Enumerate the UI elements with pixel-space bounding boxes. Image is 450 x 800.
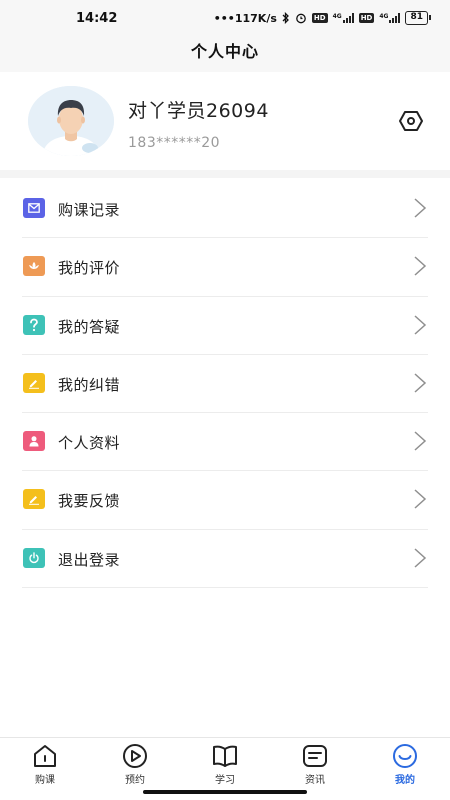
menu-item-logout[interactable]: 退出登录	[22, 530, 428, 589]
nav-tab-news[interactable]: 资讯	[285, 742, 345, 794]
menu-item-label: 个人资料	[58, 434, 121, 453]
status-icons: •••117K/s HD 4G HD 4G 81	[213, 11, 431, 25]
nav-tab-label: 学习	[215, 775, 235, 786]
battery-icon: 81	[405, 11, 431, 25]
flower-icon	[23, 256, 45, 277]
nav-tab-label: 我的	[395, 775, 415, 786]
menu-item-my-corrections[interactable]: 我的纠错	[22, 355, 428, 414]
chevron-right-icon	[414, 548, 427, 568]
pencil-icon	[23, 489, 45, 510]
menu-item-label: 我的答疑	[58, 317, 121, 336]
user-name: 对丫学员26094	[128, 100, 269, 122]
chevron-right-icon	[414, 373, 427, 393]
page-title: 个人中心	[190, 42, 259, 61]
chevron-right-icon	[414, 315, 427, 335]
menu-list: 购课记录 我的评价 我的答疑 我的纠错 个人资料 我要反馈 退出登录	[22, 180, 428, 589]
avatar[interactable]	[28, 86, 114, 156]
book-icon	[213, 745, 237, 767]
chevron-right-icon	[414, 489, 427, 510]
bluetooth-icon	[282, 12, 289, 24]
menu-item-label: 我的评价	[58, 259, 121, 278]
nav-tab-label: 预约	[125, 775, 145, 786]
nav-tab-buy-course[interactable]: 购课	[15, 742, 75, 794]
alarm-icon	[296, 13, 306, 24]
hd-badge: HD	[358, 13, 375, 23]
status-time: 14:42	[76, 11, 118, 26]
hexagon-settings-icon	[399, 111, 423, 131]
signal-icon: 4G	[333, 13, 354, 23]
person-icon	[23, 431, 45, 452]
menu-item-label: 我的纠错	[58, 375, 121, 394]
network-speed: •••117K/s	[213, 11, 277, 25]
play-circle-icon	[123, 744, 147, 768]
power-icon	[23, 547, 45, 568]
home-icon	[34, 745, 56, 767]
menu-item-my-reviews[interactable]: 我的评价	[22, 238, 428, 297]
menu-item-label: 我要反馈	[58, 492, 121, 511]
chevron-right-icon	[414, 198, 427, 218]
network-type: 4G	[379, 13, 389, 20]
pencil-icon	[23, 372, 45, 393]
message-icon	[303, 745, 327, 767]
page-header: 个人中心	[0, 38, 450, 72]
nav-tab-study[interactable]: 学习	[195, 742, 255, 794]
menu-item-personal-info[interactable]: 个人资料	[22, 413, 428, 472]
menu-item-label: 购课记录	[58, 201, 121, 219]
nav-tab-appointment[interactable]: 预约	[105, 742, 165, 794]
menu-item-purchase-records[interactable]: 购课记录	[22, 180, 428, 239]
user-phone: 183******20	[128, 135, 221, 151]
signal-icon: 4G	[379, 13, 401, 23]
profile-card[interactable]: 对丫学员26094 183******20	[0, 72, 450, 170]
settings-button[interactable]	[398, 108, 424, 134]
status-bar: 14:42 •••117K/s HD 4G HD 4G 81	[0, 0, 450, 38]
question-icon	[23, 314, 45, 335]
nav-tab-label: 购课	[35, 775, 55, 786]
mail-icon	[23, 198, 45, 218]
nav-tab-label: 资讯	[305, 775, 325, 786]
menu-item-feedback[interactable]: 我要反馈	[22, 471, 428, 530]
network-type: 4G	[332, 13, 342, 20]
hd-badge: HD	[311, 13, 328, 23]
chevron-right-icon	[414, 256, 427, 276]
chevron-right-icon	[414, 431, 427, 451]
home-indicator[interactable]	[143, 790, 307, 794]
nav-tab-mine[interactable]: 我的	[375, 742, 435, 794]
smile-icon	[393, 744, 417, 768]
menu-item-label: 退出登录	[58, 550, 121, 569]
section-divider	[0, 170, 450, 178]
menu-item-my-questions[interactable]: 我的答疑	[22, 297, 428, 355]
